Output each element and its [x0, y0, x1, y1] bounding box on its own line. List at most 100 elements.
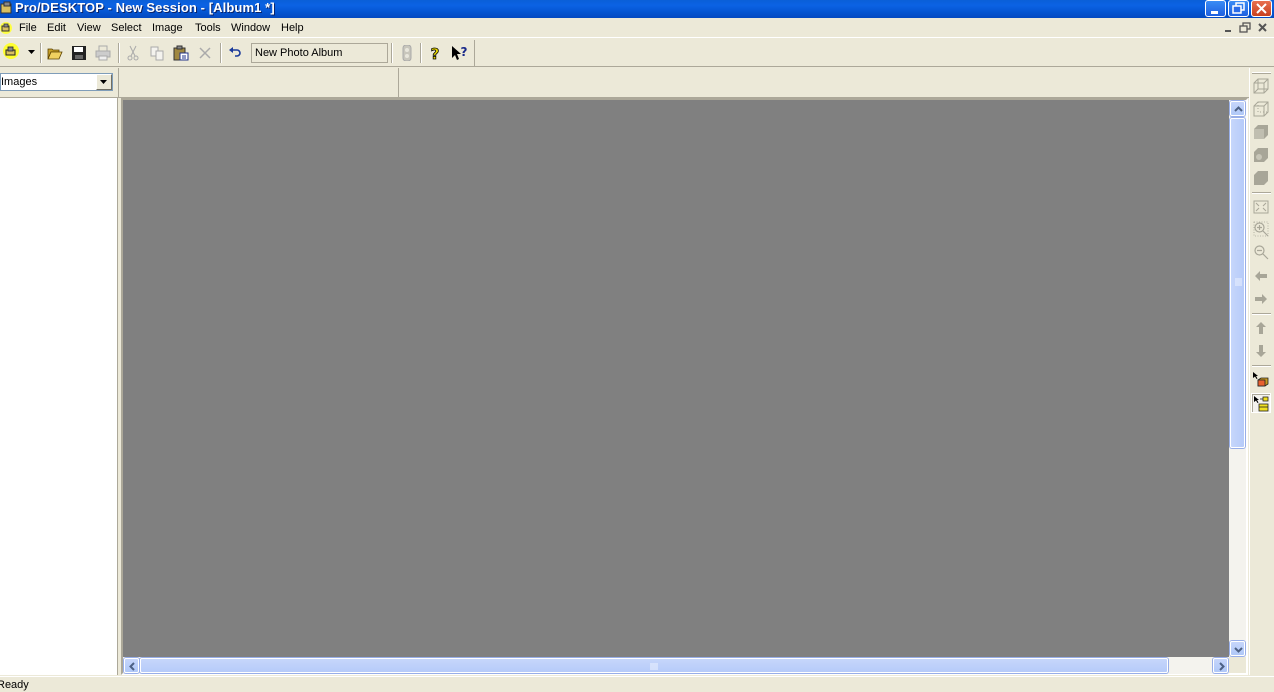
zoom-in-window-button[interactable] [1251, 219, 1271, 239]
scroll-right-button[interactable] [1213, 658, 1228, 673]
chevron-up-icon [1234, 106, 1243, 112]
menu-image[interactable]: Image [152, 21, 183, 35]
shaded-view-button[interactable] [1251, 122, 1271, 142]
pan-left-button[interactable] [1251, 266, 1271, 286]
zoom-to-fit-button[interactable] [1251, 197, 1271, 217]
select-album-button[interactable] [1251, 393, 1271, 413]
panel-header-row [0, 68, 1274, 98]
toolbar-separator [391, 43, 393, 63]
arrow-left-icon [1255, 271, 1267, 281]
save-button[interactable] [68, 42, 90, 64]
hidden-line-cube-icon [1253, 101, 1269, 117]
svg-text:?: ? [461, 45, 468, 59]
window-title: Pro/DESKTOP - New Session - [Album1 *] [15, 0, 275, 15]
solid-cube-icon [1254, 171, 1268, 185]
toolbar-separator [1252, 192, 1271, 194]
wireframe-view-button[interactable] [1251, 76, 1271, 96]
minimize-icon [1211, 11, 1218, 14]
scroll-up-button[interactable] [1230, 101, 1245, 116]
status-text: Ready [0, 679, 29, 691]
close-button[interactable] [1251, 0, 1272, 17]
scroll-down-button[interactable] [1230, 641, 1245, 656]
restore-button[interactable] [1228, 0, 1249, 17]
help-question-icon: ? [430, 45, 440, 61]
paste-button[interactable] [170, 42, 192, 64]
floppy-disk-icon [72, 46, 86, 60]
menu-tools[interactable]: Tools [195, 21, 221, 35]
pan-down-button[interactable] [1251, 341, 1271, 361]
toolbar-separator [118, 43, 120, 63]
context-help-button[interactable]: ? [448, 42, 470, 64]
menu-view[interactable]: View [77, 21, 101, 35]
menu-file[interactable]: File [19, 21, 37, 35]
print-button[interactable] [92, 42, 114, 64]
menu-select[interactable]: Select [111, 21, 142, 35]
images-dropdown[interactable]: Images [0, 73, 113, 91]
delete-x-icon [199, 47, 211, 59]
mdi-minimize-icon[interactable] [1221, 21, 1235, 35]
chevron-right-icon [1219, 662, 1225, 671]
undo-icon [229, 47, 241, 57]
minimize-button[interactable] [1205, 0, 1226, 17]
zoom-out-icon [1254, 245, 1269, 260]
select-image-button[interactable] [1251, 370, 1271, 390]
copy-button[interactable] [146, 42, 168, 64]
mdi-close-icon[interactable] [1256, 21, 1270, 35]
arrow-down-icon [1256, 345, 1266, 357]
menu-bar: File Edit View Select Image Tools Window… [0, 18, 1274, 38]
title-bar: Pro/DESKTOP - New Session - [Album1 *] [0, 0, 1274, 18]
clipboard-icon [173, 45, 189, 61]
toolbar-separator [40, 43, 42, 63]
help-button[interactable]: ? [424, 42, 446, 64]
grip-icon [1235, 278, 1242, 286]
panel-divider [118, 68, 119, 98]
session-menu-button[interactable] [2, 42, 24, 64]
dropdown-button[interactable] [96, 74, 112, 90]
undo-button[interactable] [224, 42, 246, 64]
panel-divider [398, 68, 399, 98]
toolbar-end-divider [474, 40, 475, 66]
toolbar-separator [420, 43, 422, 63]
album-canvas[interactable] [123, 100, 1229, 657]
folder-open-icon [47, 48, 63, 60]
arrow-right-icon [1255, 294, 1267, 304]
wireframe-cube-icon [1253, 78, 1269, 94]
zoom-fit-icon [1253, 200, 1269, 214]
scroll-left-button[interactable] [124, 658, 139, 673]
pro-desktop-logo-icon [3, 43, 19, 59]
delete-button[interactable] [194, 42, 216, 64]
printer-icon [95, 45, 111, 61]
album-name-field[interactable]: New Photo Album [251, 43, 388, 63]
menu-edit[interactable]: Edit [47, 21, 66, 35]
traffic-light-button[interactable] [396, 42, 418, 64]
toolbar-separator [1252, 313, 1271, 315]
menu-window[interactable]: Window [231, 21, 270, 35]
context-help-icon: ? [452, 45, 468, 60]
menu-help[interactable]: Help [281, 21, 304, 35]
status-bar: Ready [0, 676, 1274, 692]
grip-icon [650, 663, 658, 670]
solid-view-button[interactable] [1251, 168, 1271, 188]
select-stack-icon [1254, 396, 1269, 412]
horizontal-scroll-thumb[interactable] [140, 658, 1168, 673]
shaded-cube-icon [1254, 125, 1268, 139]
enhanced-shaded-view-button[interactable] [1251, 145, 1271, 165]
toolbar-separator [220, 43, 222, 63]
dropdown-arrow-icon[interactable] [28, 50, 35, 55]
pan-right-button[interactable] [1251, 289, 1271, 309]
select-box-icon [1253, 372, 1269, 387]
pan-up-button[interactable] [1251, 318, 1271, 338]
cut-button[interactable] [122, 42, 144, 64]
hidden-line-view-button[interactable] [1251, 99, 1271, 119]
open-button[interactable] [44, 42, 66, 64]
document-icon[interactable] [0, 21, 12, 35]
chevron-down-icon [100, 80, 107, 84]
enhanced-shaded-cube-icon [1254, 148, 1268, 162]
vertical-scroll-thumb[interactable] [1230, 118, 1245, 448]
traffic-light-icon [402, 45, 412, 61]
mdi-restore-icon[interactable] [1238, 21, 1252, 35]
toolbar-grip[interactable] [1252, 72, 1271, 74]
scissors-icon [127, 45, 139, 61]
images-panel[interactable] [0, 98, 118, 675]
zoom-out-button[interactable] [1251, 242, 1271, 262]
